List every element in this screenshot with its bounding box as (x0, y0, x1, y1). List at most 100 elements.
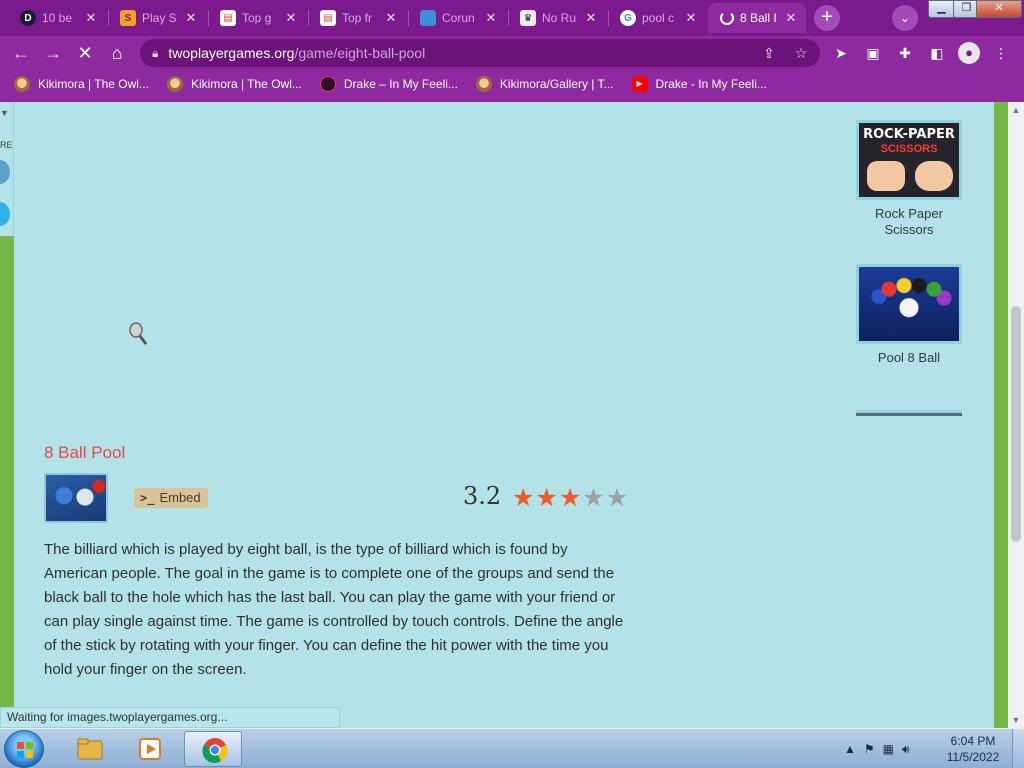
star-icon[interactable]: ★ (535, 485, 557, 511)
bookmark-label: Drake – In My Feeli... (343, 77, 458, 91)
youtube-icon: ▶ (631, 76, 648, 92)
sidebar-game-label[interactable]: Pool 8 Ball (856, 350, 962, 366)
clock-date: 11/5/2022 (946, 750, 1000, 764)
browser-toolbar: ← → ✕ ⌂ 🔒︎ twoplayergames.org/game/eight… (0, 36, 1024, 70)
tab-title: No Ru (542, 11, 577, 25)
side-panel-icon[interactable]: ◧ (926, 43, 948, 63)
taskbar-chrome[interactable] (184, 731, 242, 767)
profile-avatar-icon[interactable]: ● (958, 42, 980, 64)
bookmark-label: Kikimora | The Owl... (190, 77, 302, 91)
game-thumbnail[interactable] (44, 473, 108, 523)
sidebar-game-label[interactable]: Rock Paper Scissors (856, 206, 962, 238)
peek-button[interactable] (0, 202, 10, 226)
cursor-extension-icon[interactable]: ➤ (830, 43, 852, 63)
tab-8-active[interactable]: 8 Ball I ✕ (708, 3, 806, 33)
windows-taskbar: ▲ ⚑ ▦ 🔊︎ 6:04 PM 11/5/2022 (0, 728, 1024, 768)
chevron-down-icon[interactable]: ▼ (0, 108, 10, 118)
lock-icon[interactable]: 🔒︎ (152, 46, 158, 61)
drake-site-icon (319, 76, 336, 92)
vertical-scrollbar[interactable]: ▲ ▼ (1008, 102, 1024, 728)
tab-close-icon[interactable]: ✕ (684, 11, 698, 25)
tab-6[interactable]: ♛ No Ru ✕ (508, 3, 606, 33)
bookmark-item[interactable]: Kikimora/Gallery | T... (475, 76, 614, 92)
taskbar-explorer[interactable] (60, 731, 118, 767)
scroll-down-icon[interactable]: ▼ (1008, 712, 1024, 728)
star-icon[interactable]: ★ (512, 485, 534, 511)
loading-icon (720, 11, 734, 25)
embed-button[interactable]: >_ Embed (134, 488, 208, 508)
forward-arrow-icon[interactable]: → (40, 40, 66, 66)
tab-title: Top fr (342, 11, 373, 25)
star-icon[interactable]: ★ (559, 485, 581, 511)
back-arrow-icon[interactable]: ← (8, 40, 34, 66)
bookmark-label: Drake - In My Feeli... (655, 77, 767, 91)
tab-close-icon[interactable]: ✕ (484, 11, 498, 25)
tab-5[interactable]: Corun ✕ (408, 3, 506, 33)
tab-close-icon[interactable]: ✕ (84, 11, 98, 25)
menu-kebab-icon[interactable]: ⋮ (990, 43, 1012, 63)
tab-4[interactable]: ▤ Top fr ✕ (308, 3, 406, 33)
extension-app-icon[interactable]: ▣ (862, 43, 884, 63)
tab-title: Play S (142, 11, 177, 25)
show-desktop-button[interactable] (1012, 729, 1024, 768)
thumb-title: ROCK-PAPER (863, 127, 955, 142)
scrollbar-thumb[interactable] (1011, 306, 1021, 542)
url-text[interactable]: twoplayergames.org/game/eight-ball-pool (168, 45, 425, 61)
star-icon[interactable]: ★ (606, 485, 628, 511)
share-icon[interactable]: ⇪ (758, 43, 780, 63)
address-bar[interactable]: 🔒︎ twoplayergames.org/game/eight-ball-po… (140, 39, 820, 67)
bookmark-item[interactable]: Drake – In My Feeli... (319, 76, 458, 92)
sidebar-game-pool-8-ball[interactable]: Pool 8 Ball (856, 264, 962, 366)
extensions-puzzle-icon[interactable]: ✚ (894, 43, 916, 63)
action-center-icon[interactable]: ⚑ (864, 742, 875, 756)
stop-loading-icon[interactable]: ✕ (72, 40, 98, 66)
taskbar-media-player[interactable] (120, 731, 178, 767)
tab-title: Corun (442, 11, 475, 25)
tab-close-icon[interactable]: ✕ (584, 11, 598, 25)
tab-close-icon[interactable]: ✕ (784, 11, 798, 25)
game-thumbnail[interactable] (856, 264, 962, 344)
peek-button[interactable] (0, 160, 10, 184)
bookmark-item[interactable]: ▶ Drake - In My Feeli... (631, 76, 767, 92)
home-icon[interactable]: ⌂ (104, 40, 130, 66)
bookmark-star-icon[interactable]: ☆ (790, 43, 812, 63)
bookmark-item[interactable]: Kikimora | The Owl... (166, 76, 302, 92)
folder-icon (77, 738, 103, 760)
sidebar-game-partial[interactable] (856, 410, 962, 416)
owl-house-icon (166, 76, 183, 92)
tab-2[interactable]: S Play S ✕ (108, 3, 206, 33)
tab-3[interactable]: ▤ Top g ✕ (208, 3, 306, 33)
tray-expand-icon[interactable]: ▲ (844, 742, 856, 756)
owl-house-icon (475, 76, 492, 92)
tab-close-icon[interactable]: ✕ (384, 11, 398, 25)
url-path: /game/eight-ball-pool (294, 45, 426, 61)
scroll-up-icon[interactable]: ▲ (1008, 102, 1024, 118)
tab-close-icon[interactable]: ✕ (284, 11, 298, 25)
terminal-icon: >_ (140, 491, 155, 505)
tab-1[interactable]: D 10 be ✕ (8, 3, 106, 33)
tab-search-button[interactable]: ⌄ (892, 5, 918, 31)
sidebar-game-rock-paper-scissors[interactable]: ROCK-PAPER SCISSORS Rock Paper Scissors (856, 120, 962, 238)
left-panel-peek: ▼ RE (0, 102, 14, 236)
tab-7[interactable]: G pool c ✕ (608, 3, 706, 33)
bookmark-item[interactable]: Kikimora | The Owl... (14, 76, 149, 92)
network-icon[interactable]: ▦ (883, 742, 894, 756)
paper-hand-icon (867, 161, 905, 191)
owl-house-icon (14, 76, 30, 92)
taskbar-clock[interactable]: 6:04 PM 11/5/2022 (936, 733, 1010, 765)
tab-close-icon[interactable]: ✕ (184, 11, 198, 25)
tab-title: 10 be (42, 11, 73, 25)
system-tray: ▲ ⚑ ▦ 🔊︎ (844, 729, 910, 768)
game-title[interactable]: 8 Ball Pool (44, 443, 125, 463)
thumb-subtitle: SCISSORS (880, 143, 938, 155)
game-thumbnail[interactable]: ROCK-PAPER SCISSORS (856, 120, 962, 200)
start-button[interactable] (4, 730, 44, 768)
star-icon[interactable]: ★ (582, 485, 604, 511)
store-icon: ▤ (320, 10, 336, 26)
volume-icon[interactable]: 🔊︎ (902, 742, 910, 757)
bookmark-label: Kikimora/Gallery | T... (499, 77, 614, 91)
minimize-button[interactable]: ▁ (928, 0, 955, 18)
close-window-button[interactable]: ✕ (976, 0, 1022, 18)
star-rating[interactable]: ★ ★ ★ ★ ★ (512, 485, 628, 511)
new-tab-button[interactable]: + (814, 5, 840, 31)
